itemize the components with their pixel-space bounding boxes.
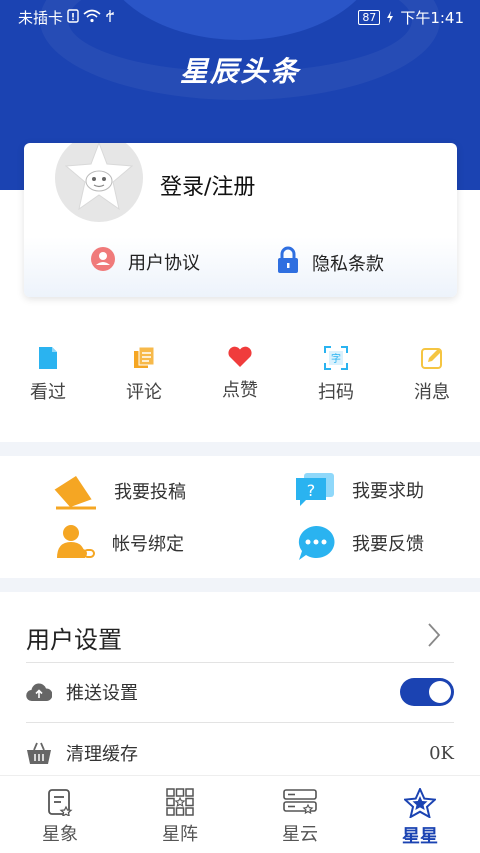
quick-item-label: 看过 xyxy=(30,382,66,403)
card-wave-decoration xyxy=(24,237,457,297)
login-register-link[interactable]: 登录/注册 xyxy=(160,169,255,201)
clear-cache-label: 清理缓存 xyxy=(66,744,138,765)
usb-icon xyxy=(105,9,115,27)
tab-label: 星星 xyxy=(402,826,438,847)
user-link-icon xyxy=(57,525,95,558)
push-settings-label: 推送设置 xyxy=(66,683,138,704)
help-chat-icon: ? xyxy=(296,473,334,506)
profile-card: 登录/注册 用户协议 隐私条款 xyxy=(24,143,457,297)
sim-icon xyxy=(67,8,79,27)
request-help-label: 我要求助 xyxy=(352,481,424,502)
push-settings-row: 推送设置 xyxy=(26,672,454,712)
user-agreement-label: 用户协议 xyxy=(128,252,200,274)
quick-item-scan[interactable]: 字 扫码 xyxy=(288,320,384,440)
quick-actions: 看过 评论 点赞 字 扫码 消息 xyxy=(0,320,480,440)
svg-text:?: ? xyxy=(307,481,316,500)
quick-item-label: 扫码 xyxy=(318,382,354,403)
quick-item-history[interactable]: 看过 xyxy=(0,320,96,440)
action-grid: 我要投稿 ? 我要求助 帐号绑定 我要反馈 xyxy=(0,456,480,576)
feedback-label: 我要反馈 xyxy=(352,534,424,555)
submit-article-button[interactable]: 我要投稿 xyxy=(52,472,186,510)
quick-item-comments[interactable]: 评论 xyxy=(96,320,192,440)
bottom-tab-bar: 星象 星阵 星云 星星 xyxy=(0,775,480,853)
wifi-icon xyxy=(83,9,101,27)
server-icon xyxy=(283,789,317,815)
quick-item-likes[interactable]: 点赞 xyxy=(192,320,288,440)
feedback-bubble-icon xyxy=(298,525,335,560)
account-binding-button[interactable]: 帐号绑定 xyxy=(56,524,184,562)
quick-item-messages[interactable]: 消息 xyxy=(384,320,480,440)
tab-xingzhen[interactable]: 星阵 xyxy=(120,776,240,853)
push-settings-toggle[interactable] xyxy=(400,678,454,706)
user-agreement-link[interactable]: 用户协议 xyxy=(90,246,200,277)
request-help-button[interactable]: ? 我要求助 xyxy=(294,472,424,508)
scan-icon: 字 xyxy=(324,346,348,370)
carrier-text: 未插卡 xyxy=(18,9,64,27)
quick-item-label: 点赞 xyxy=(222,380,258,401)
heart-icon xyxy=(228,346,252,367)
feedback-button[interactable]: 我要反馈 xyxy=(296,524,424,562)
star-icon xyxy=(404,788,436,818)
user-settings-title[interactable]: 用户设置 xyxy=(26,620,122,655)
clear-cache-row[interactable]: 清理缓存 0K xyxy=(26,733,454,773)
basket-icon xyxy=(27,742,51,764)
edit-icon xyxy=(421,348,442,369)
battery-indicator: 87 xyxy=(358,10,381,25)
quick-item-label: 消息 xyxy=(414,382,450,403)
app-logo: 星辰头条 xyxy=(179,55,300,88)
envelope-icon xyxy=(53,476,96,510)
divider xyxy=(26,662,454,663)
tab-xingxing[interactable]: 星星 xyxy=(360,776,480,853)
section-divider xyxy=(0,442,480,456)
file-icon xyxy=(39,347,57,369)
star-mascot-icon xyxy=(64,143,134,211)
privacy-policy-link[interactable]: 隐私条款 xyxy=(276,246,384,279)
tab-xingyun[interactable]: 星云 xyxy=(240,776,360,853)
section-divider xyxy=(0,578,480,592)
divider xyxy=(26,722,454,723)
account-binding-label: 帐号绑定 xyxy=(112,534,184,555)
tab-label: 星象 xyxy=(42,824,78,845)
submit-article-label: 我要投稿 xyxy=(114,482,186,503)
news-icon xyxy=(48,789,73,816)
cloud-upload-icon xyxy=(26,683,52,702)
cache-size-value: 0K xyxy=(429,742,454,764)
toggle-knob xyxy=(429,681,451,703)
quick-item-label: 评论 xyxy=(126,382,162,403)
charging-icon xyxy=(386,9,394,27)
status-bar: 未插卡 87 下午1:41 xyxy=(0,0,480,32)
lock-icon xyxy=(276,246,300,279)
document-icon xyxy=(134,346,155,368)
tab-label: 星阵 xyxy=(162,824,198,845)
chevron-right-icon[interactable] xyxy=(427,622,441,652)
user-agreement-icon xyxy=(90,246,116,277)
grid-icon xyxy=(166,788,194,816)
tab-xingxiang[interactable]: 星象 xyxy=(0,776,120,853)
avatar[interactable] xyxy=(53,143,145,224)
privacy-policy-label: 隐私条款 xyxy=(312,253,384,275)
tab-label: 星云 xyxy=(282,824,318,845)
svg-text:字: 字 xyxy=(331,352,341,365)
clock-text: 下午1:41 xyxy=(400,9,464,27)
